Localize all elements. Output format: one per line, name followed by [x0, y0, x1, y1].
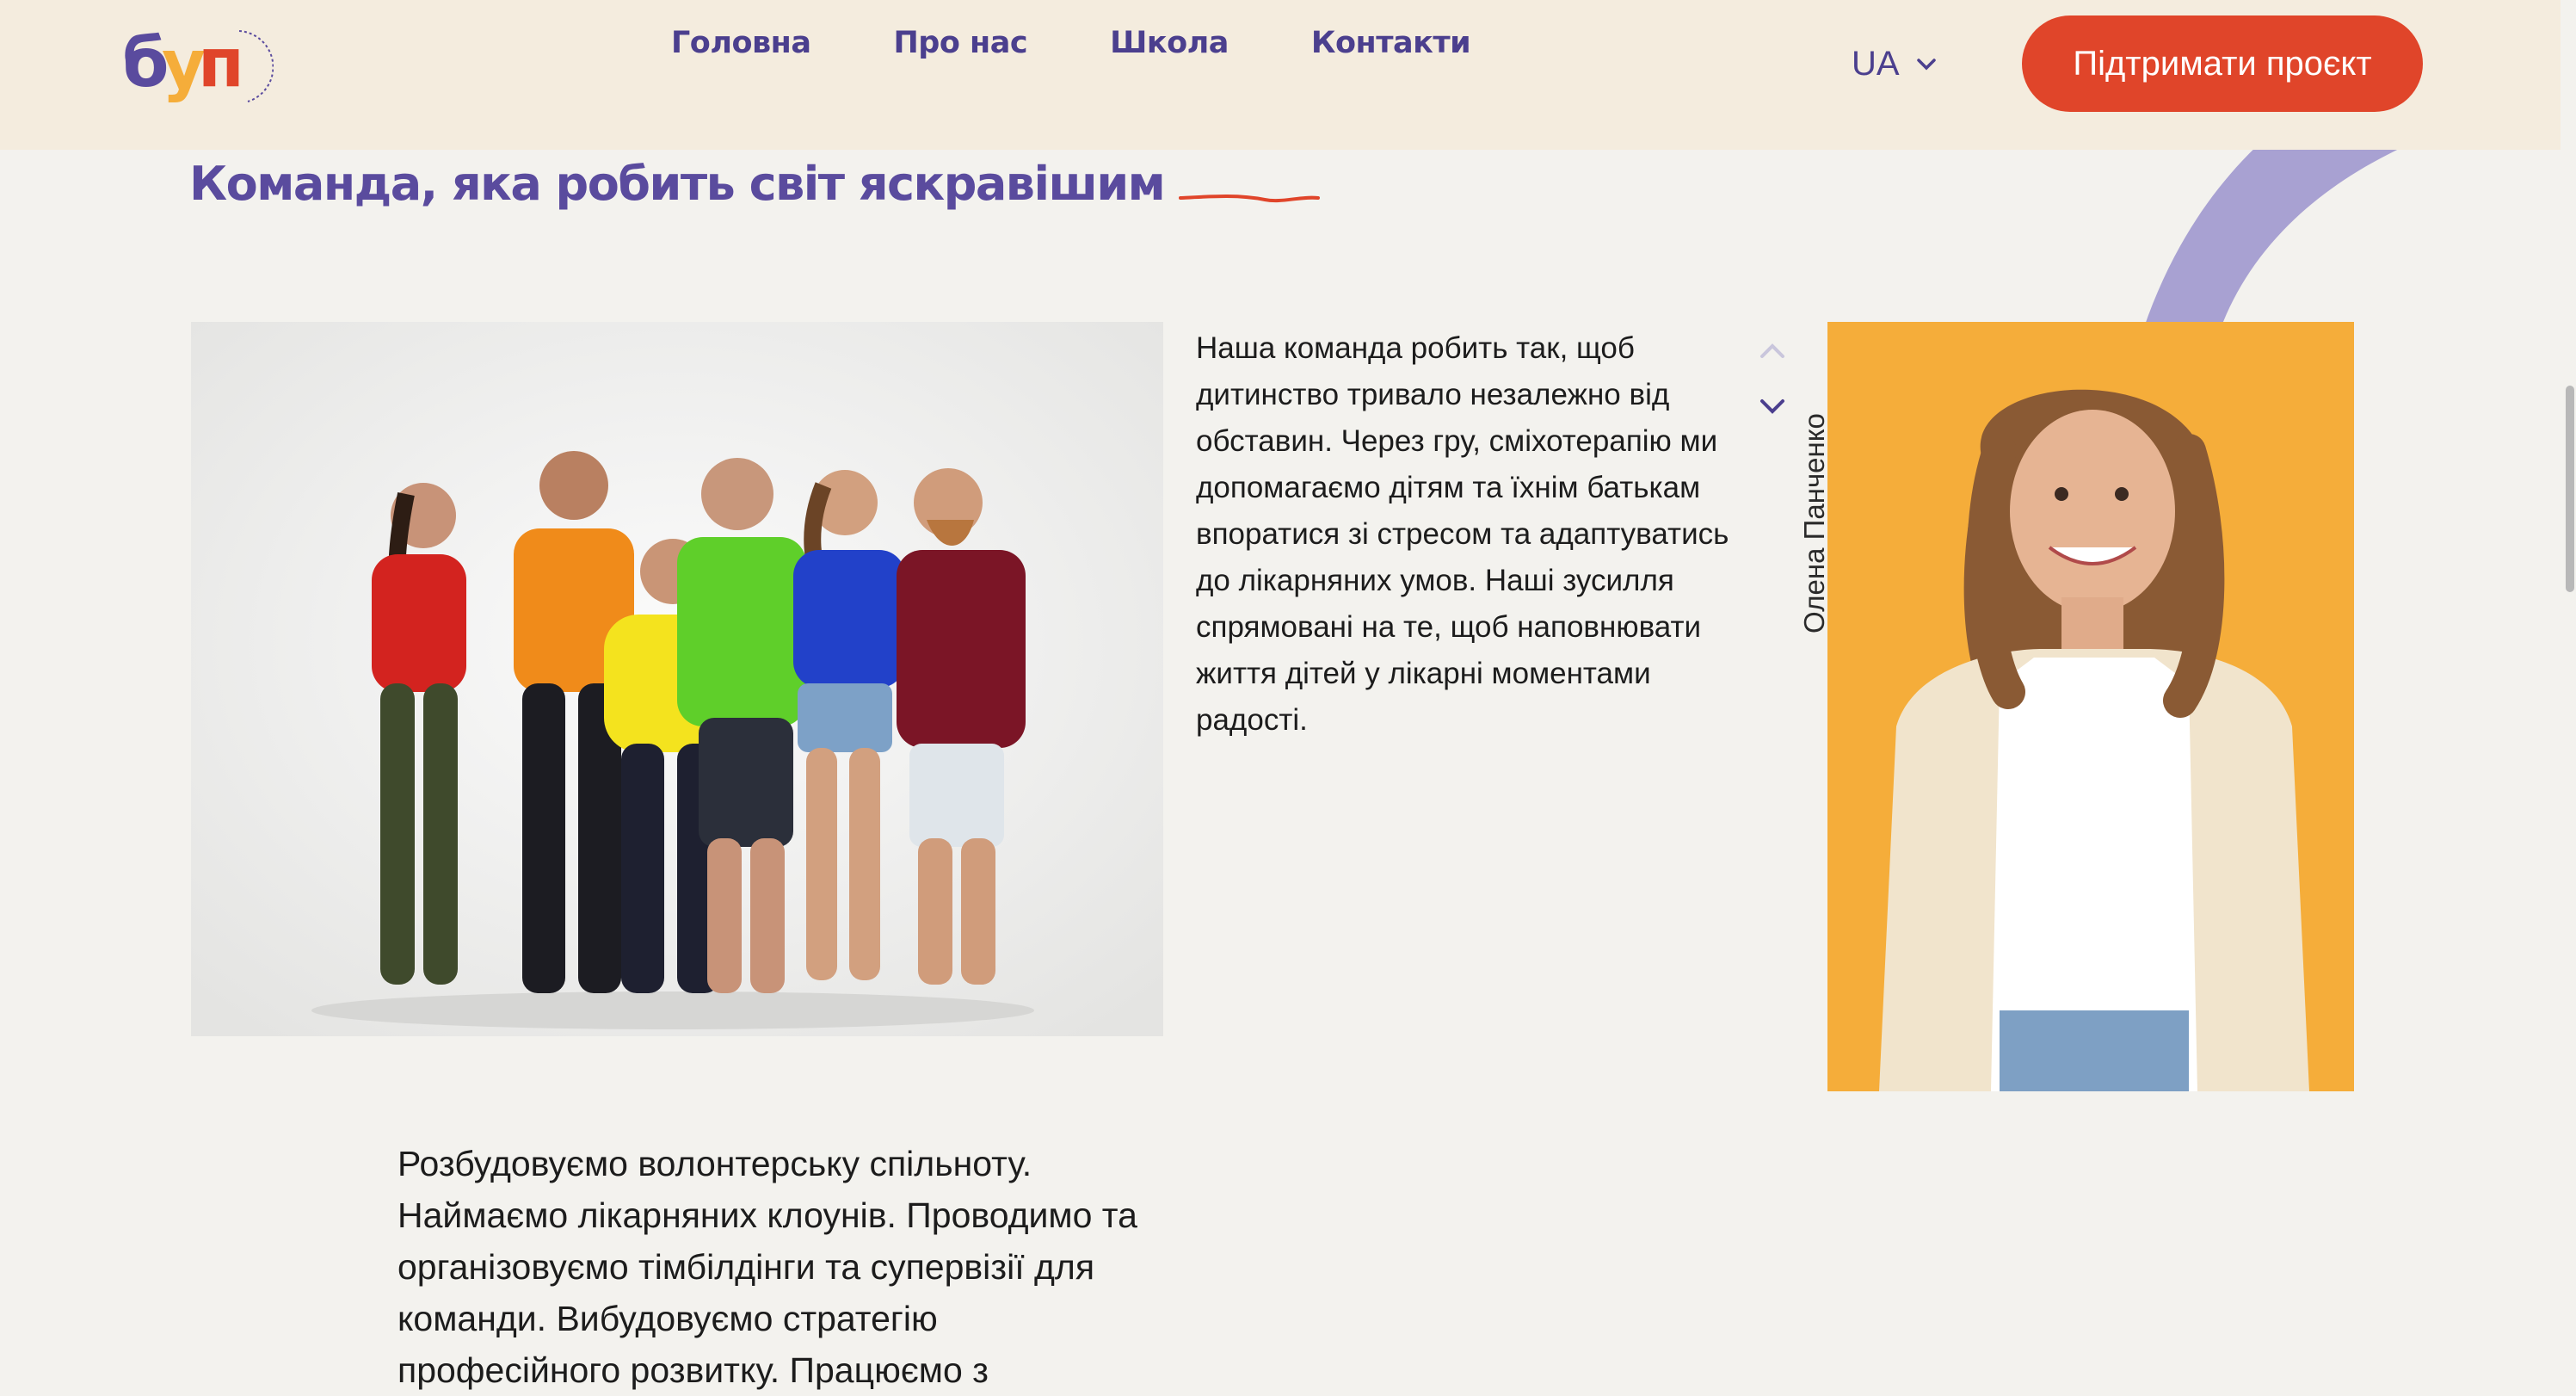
site-header: б у п Головна Про нас Школа Контакти UA …: [0, 0, 2576, 150]
scrollbar-thumb[interactable]: [2566, 386, 2574, 592]
support-project-button[interactable]: Підтримати проєкт: [2022, 15, 2423, 112]
team-mission-text: Наша команда робить так, щоб дитинство т…: [1196, 331, 1729, 737]
page-scrollbar[interactable]: [2561, 0, 2576, 1396]
main-nav: Головна Про нас Школа Контакти: [671, 26, 1553, 60]
chevron-down-icon: [1916, 58, 1936, 70]
team-member-portrait: [1827, 322, 2354, 1091]
nav-about[interactable]: Про нас: [893, 26, 1027, 60]
nav-school[interactable]: Школа: [1110, 26, 1229, 60]
carousel-next-arrow-icon[interactable]: [1755, 389, 1790, 423]
team-group-photo: [191, 322, 1163, 1036]
nav-home[interactable]: Головна: [671, 26, 811, 60]
nav-contacts[interactable]: Контакти: [1311, 26, 1471, 60]
svg-text:п: п: [198, 25, 244, 102]
page: б у п Головна Про нас Школа Контакти UA …: [0, 0, 2576, 1396]
volunteer-community-text: Розбудовуємо волонтерську спільноту. Най…: [397, 1144, 1137, 1390]
title-underline-decoration: [1179, 195, 1320, 203]
team-member-name: Олена Панченко: [1798, 413, 1830, 633]
language-selector[interactable]: UA: [1852, 45, 1938, 83]
language-label: UA: [1852, 45, 1900, 83]
section-title: Команда, яка робить світ яскравішим: [189, 157, 1166, 211]
carousel-prev-arrow-icon[interactable]: [1755, 334, 1790, 368]
logo[interactable]: б у п: [119, 19, 274, 114]
